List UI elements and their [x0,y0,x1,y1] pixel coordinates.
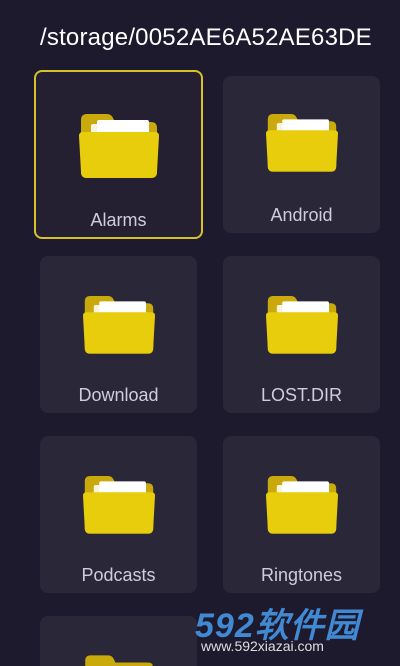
folder-tile-podcasts[interactable]: Podcasts [40,436,197,593]
folder-icon [265,296,338,354]
folder-label: Ringtones [260,565,343,585]
folder-label: Android [270,205,333,225]
folder-icon [78,114,159,178]
folder-label: Alarms [90,210,147,230]
folder-icon [82,476,155,534]
folder-label: Podcasts [81,565,156,585]
folder-icon [265,114,338,172]
folder-tile-partial[interactable] [40,616,197,666]
folder-tile-ringtones[interactable]: Ringtones [223,436,380,593]
folder-icon [265,476,338,534]
folder-icon [84,655,153,666]
folder-grid: Alarms Android Download LOST.DIR Podcast… [0,0,400,666]
folder-tile-alarms[interactable]: Alarms [34,70,203,239]
folder-tile-download[interactable]: Download [40,256,197,413]
folder-label: LOST.DIR [260,385,343,405]
folder-icon [82,296,155,354]
folder-tile-android[interactable]: Android [223,76,380,233]
folder-label: Download [78,385,159,405]
folder-tile-lost-dir[interactable]: LOST.DIR [223,256,380,413]
